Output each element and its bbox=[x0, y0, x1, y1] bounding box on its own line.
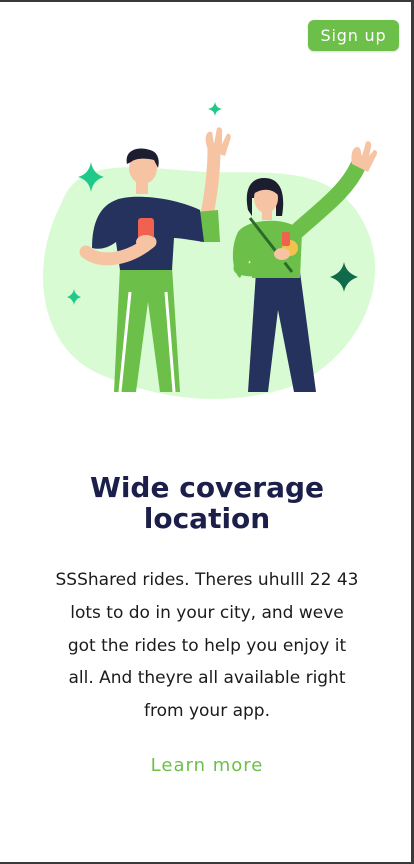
description-text: SSShared rides. Theres uhulll 22 43 lots… bbox=[30, 564, 384, 728]
sign-up-button[interactable]: Sign up bbox=[308, 20, 399, 51]
page-title-line: Wide coverage bbox=[89, 471, 325, 504]
description-line: from your app. bbox=[144, 701, 270, 722]
sparkle-icon bbox=[208, 102, 222, 116]
learn-more-link[interactable]: Learn more bbox=[0, 755, 414, 776]
description-line: lots to do in your city, and weve bbox=[70, 602, 344, 623]
onboarding-screen: Sign up Wide coverage location SSShared … bbox=[0, 0, 414, 864]
description-line: all. And theyre all available right bbox=[68, 668, 346, 689]
page-title: Wide coverage location bbox=[0, 472, 414, 534]
page-title-line: location bbox=[143, 502, 271, 535]
riders-illustration bbox=[42, 102, 378, 399]
description-line: SSShared rides. Theres uhulll 22 43 bbox=[55, 570, 359, 590]
description-line: got the rides to help you enjoy it bbox=[67, 635, 347, 656]
